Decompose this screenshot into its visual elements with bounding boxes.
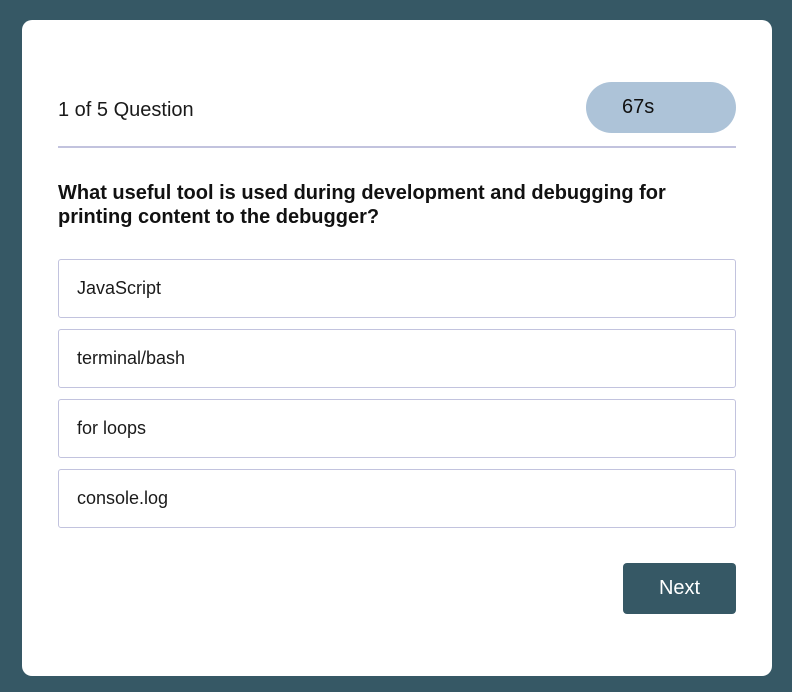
answer-option[interactable]: for loops	[58, 399, 736, 458]
question-text: What useful tool is used during developm…	[58, 182, 666, 228]
quiz-header: 1 of 5 Question 67s	[58, 82, 736, 148]
answer-option[interactable]: JavaScript	[58, 259, 736, 318]
answer-list: JavaScript terminal/bash for loops conso…	[58, 259, 736, 539]
question-counter: 1 of 5 Question	[58, 99, 194, 121]
answer-option[interactable]: terminal/bash	[58, 329, 736, 388]
timer-badge: 67s	[586, 82, 736, 133]
next-button[interactable]: Next	[623, 563, 736, 614]
quiz-card: 1 of 5 Question 67s What useful tool is …	[22, 20, 772, 676]
answer-option[interactable]: console.log	[58, 469, 736, 528]
